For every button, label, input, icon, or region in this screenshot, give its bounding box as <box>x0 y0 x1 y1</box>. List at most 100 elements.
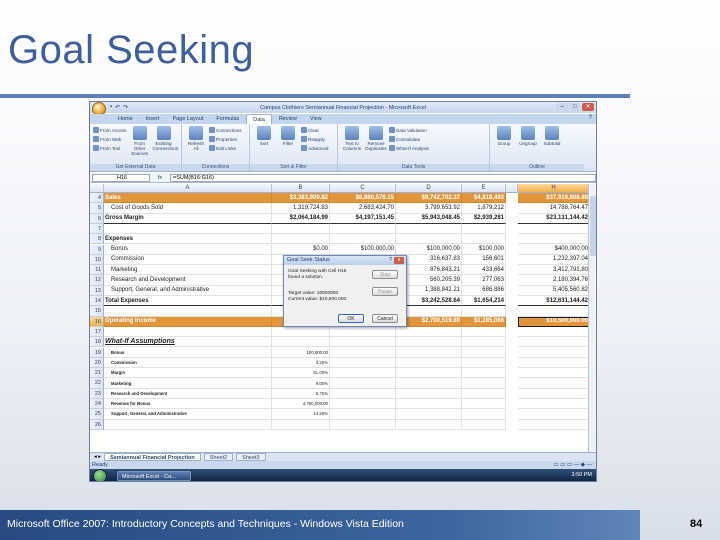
row-header[interactable]: 13 <box>90 285 104 296</box>
cell-c20[interactable] <box>330 357 396 369</box>
cell-c8[interactable] <box>330 234 396 245</box>
cell-e19[interactable] <box>462 347 506 358</box>
cell-c17[interactable] <box>330 326 396 338</box>
row-header[interactable]: 25 <box>90 409 104 420</box>
cell-e16[interactable]: $1,285,066 <box>462 316 506 327</box>
cell-c6[interactable]: $4,197,151.45 <box>330 213 396 224</box>
row-header[interactable]: 21 <box>90 368 104 379</box>
cell-a16[interactable]: Operating Income <box>104 316 272 327</box>
row-header[interactable]: 17 <box>90 326 104 338</box>
cell-b22[interactable]: 9.00% <box>272 378 330 389</box>
cell-a5[interactable]: Cost of Goods Sold <box>104 203 272 214</box>
clear-button[interactable]: Clear <box>301 126 328 134</box>
row-header[interactable]: 12 <box>90 275 104 286</box>
tab-formulas[interactable]: Formulas <box>210 114 245 124</box>
cell-e12[interactable]: 277,063 <box>462 275 506 286</box>
cell-d19[interactable] <box>396 347 462 358</box>
cell-a9[interactable]: Bonus <box>104 244 272 255</box>
cell-e22[interactable] <box>462 378 506 389</box>
maximize-button[interactable]: □ <box>569 103 581 111</box>
cell-e9[interactable]: $100,000 <box>462 244 506 255</box>
cell-e11[interactable]: 433,664 <box>462 265 506 276</box>
cell-a24[interactable]: Revenue for Bonus <box>104 399 272 410</box>
cell-e5[interactable]: 1,879,212 <box>462 203 506 214</box>
cell-c22[interactable] <box>330 378 396 389</box>
cell-h25[interactable] <box>518 409 590 420</box>
cell-b26[interactable] <box>272 419 330 430</box>
properties-button[interactable]: Properties <box>209 135 242 143</box>
cell-d9[interactable]: $100,000.00 <box>396 244 462 255</box>
cell-a18[interactable]: What-If Assumptions <box>104 337 272 348</box>
row-header[interactable]: 20 <box>90 357 104 369</box>
pause-button[interactable]: Pause <box>372 287 398 296</box>
dialog-help-icon[interactable]: ? <box>389 256 392 265</box>
cell-b18[interactable] <box>272 337 330 348</box>
step-button[interactable]: Step <box>372 270 398 279</box>
cancel-button[interactable]: Cancel <box>372 314 398 323</box>
cell-b20[interactable]: 3.25% <box>272 357 330 369</box>
cell-c26[interactable] <box>330 419 396 430</box>
cell-d4[interactable]: $9,742,702.37 <box>396 193 462 204</box>
cell-c9[interactable]: $100,000.00 <box>330 244 396 255</box>
cell-c19[interactable] <box>330 347 396 358</box>
cell-e25[interactable] <box>462 409 506 420</box>
data-validation-button[interactable]: Data Validation <box>389 126 429 134</box>
row-header[interactable]: 5 <box>90 203 104 214</box>
cell-b17[interactable] <box>272 326 330 338</box>
cell-a6[interactable]: Gross Margin <box>104 213 272 224</box>
cell-a21[interactable]: Margin <box>104 368 272 379</box>
dialog-close-icon[interactable]: x <box>394 257 404 264</box>
connections-button[interactable]: Connections <box>209 126 242 134</box>
row-header[interactable]: 15 <box>90 306 104 317</box>
cell-a13[interactable]: Support, General, and Administrative <box>104 285 272 296</box>
cell-h6[interactable]: $23,131,144.42 <box>518 213 590 224</box>
cell-a20[interactable]: Commission <box>104 357 272 369</box>
cell-d23[interactable] <box>396 388 462 399</box>
select-all-corner[interactable] <box>90 184 104 193</box>
cell-a23[interactable]: Research and Development <box>104 388 272 399</box>
row-header[interactable]: 23 <box>90 388 104 399</box>
close-button[interactable]: ✕ <box>582 103 594 111</box>
cell-e18[interactable] <box>462 337 506 348</box>
row-header[interactable]: 19 <box>90 347 104 358</box>
cell-d7[interactable] <box>396 223 462 235</box>
cell-h12[interactable]: 2,180,394.76 <box>518 275 590 286</box>
row-header[interactable]: 24 <box>90 399 104 410</box>
column-header[interactable]: E <box>462 184 506 193</box>
cell-b7[interactable] <box>272 223 330 235</box>
cell-b24[interactable]: 4,750,000.00 <box>272 399 330 410</box>
row-header[interactable]: 6 <box>90 213 104 224</box>
row-header[interactable]: 9 <box>90 244 104 255</box>
cell-b23[interactable]: 5.75% <box>272 388 330 399</box>
cell-a14[interactable]: Total Expenses <box>104 296 272 307</box>
sheet-tab-1[interactable]: Semiannual Financial Projection <box>104 453 201 461</box>
cell-d5[interactable]: 3,799,653.92 <box>396 203 462 214</box>
cell-c18[interactable] <box>330 337 396 348</box>
cell-h17[interactable] <box>518 326 590 338</box>
cell-d24[interactable] <box>396 399 462 410</box>
cell-a25[interactable]: Support, General, and Administrative <box>104 409 272 420</box>
row-header[interactable]: 22 <box>90 378 104 389</box>
cell-h9[interactable]: $400,000.00 <box>518 244 590 255</box>
cell-b5[interactable]: 1,319,724.83 <box>272 203 330 214</box>
cell-h24[interactable] <box>518 399 590 410</box>
fx-icon[interactable]: fx <box>150 175 170 181</box>
ok-button[interactable]: OK <box>338 314 364 323</box>
tab-review[interactable]: Review <box>273 114 303 124</box>
cell-e15[interactable] <box>462 306 506 317</box>
cell-h23[interactable] <box>518 388 590 399</box>
cell-h5[interactable]: 14,788,764.47 <box>518 203 590 214</box>
tab-home[interactable]: Home <box>112 114 139 124</box>
tab-view[interactable]: View <box>304 114 328 124</box>
column-header[interactable]: C <box>330 184 396 193</box>
cell-b8[interactable] <box>272 234 330 245</box>
cell-a26[interactable] <box>104 419 272 430</box>
formula-input[interactable]: =SUM(B16:G16) <box>170 173 596 182</box>
sheet-tab-2[interactable]: Sheet2 <box>203 453 234 461</box>
cell-c5[interactable]: 2,683,424.70 <box>330 203 396 214</box>
row-header[interactable]: 16 <box>90 316 104 327</box>
from-text-button[interactable]: From Text <box>93 144 127 152</box>
cell-b21[interactable]: 61.00% <box>272 368 330 379</box>
cell-h15[interactable] <box>518 306 590 317</box>
cell-e10[interactable]: 156,601 <box>462 254 506 266</box>
